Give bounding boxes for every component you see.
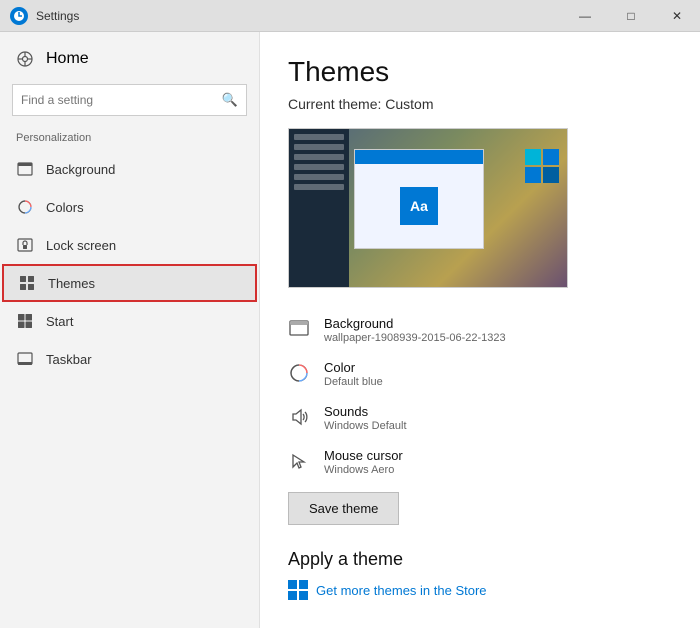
settings-item-sounds-text: Sounds Windows Default [324,404,407,432]
settings-item-mouse-cursor[interactable]: Mouse cursor Windows Aero [288,440,672,484]
store-link-label: Get more themes in the Store [316,583,487,598]
lock-screen-icon [16,236,34,254]
preview-tile-4 [543,167,559,183]
sidebar-item-taskbar[interactable]: Taskbar [0,340,259,378]
taskbar-icon [16,350,34,368]
mouse-cursor-settings-icon [288,450,310,472]
preview-tile-2 [543,149,559,165]
sidebar-item-lock-screen[interactable]: Lock screen [0,226,259,264]
preview-tile-1 [525,149,541,165]
background-settings-icon [288,318,310,340]
preview-taskbar [289,129,349,287]
sidebar: Home 🔍 Personalization Background [0,32,260,628]
sidebar-item-home[interactable]: Home [0,40,259,78]
settings-item-color-text: Color Default blue [324,360,383,388]
search-icon: 🔍 [222,92,238,108]
sidebar-item-label-themes: Themes [48,276,95,291]
sidebar-item-label-start: Start [46,314,73,329]
app-icon [10,7,28,25]
maximize-button[interactable]: □ [608,0,654,32]
settings-item-mouse-cursor-title: Mouse cursor [324,448,403,463]
taskbar-row-1 [294,134,344,140]
titlebar-left: Settings [10,7,79,25]
taskbar-row-3 [294,154,344,160]
settings-item-sounds-title: Sounds [324,404,407,419]
settings-item-sounds[interactable]: Sounds Windows Default [288,396,672,440]
store-link[interactable]: Get more themes in the Store [288,580,672,600]
current-theme-label: Current theme: Custom [288,96,672,112]
settings-item-color-title: Color [324,360,383,375]
close-button[interactable]: ✕ [654,0,700,32]
sidebar-section-label: Personalization [0,128,259,150]
save-theme-button[interactable]: Save theme [288,492,399,525]
settings-item-color[interactable]: Color Default blue [288,352,672,396]
settings-item-background-title: Background [324,316,506,331]
settings-item-background[interactable]: Background wallpaper-1908939-2015-06-22-… [288,308,672,352]
settings-item-mouse-cursor-text: Mouse cursor Windows Aero [324,448,403,476]
taskbar-row-2 [294,144,344,150]
themes-icon [18,274,36,292]
start-icon [16,312,34,330]
preview-tile-3 [525,167,541,183]
titlebar-controls: — □ ✕ [562,0,700,31]
colors-icon [16,198,34,216]
preview-window: Aa [354,149,484,249]
titlebar-title: Settings [36,9,79,23]
settings-item-background-text: Background wallpaper-1908939-2015-06-22-… [324,316,506,344]
app-container: Home 🔍 Personalization Background [0,32,700,628]
sidebar-item-start[interactable]: Start [0,302,259,340]
page-title: Themes [288,56,672,88]
sidebar-item-label-taskbar: Taskbar [46,352,92,367]
apply-theme-title: Apply a theme [288,549,672,570]
theme-preview: Aa [288,128,568,288]
sidebar-item-background[interactable]: Background [0,150,259,188]
settings-item-mouse-cursor-sub: Windows Aero [324,464,403,476]
color-settings-icon [288,362,310,384]
sidebar-item-themes[interactable]: Themes [2,264,257,302]
titlebar: Settings — □ ✕ [0,0,700,32]
home-icon [16,50,34,68]
taskbar-row-6 [294,184,344,190]
taskbar-row-5 [294,174,344,180]
minimize-button[interactable]: — [562,0,608,32]
search-input[interactable] [21,93,222,107]
sidebar-item-colors[interactable]: Colors [0,188,259,226]
preview-window-body: Aa [355,164,483,248]
sounds-settings-icon [288,406,310,428]
search-box[interactable]: 🔍 [12,84,247,116]
preview-aa-text: Aa [400,187,438,225]
preview-tiles [525,149,559,183]
background-icon [16,160,34,178]
settings-item-sounds-sub: Windows Default [324,420,407,432]
sidebar-item-label-colors: Colors [46,200,84,215]
settings-item-color-sub: Default blue [324,376,383,388]
sidebar-item-label-background: Background [46,162,115,177]
sidebar-home-label: Home [46,50,89,68]
preview-window-titlebar [355,150,483,164]
settings-item-background-sub: wallpaper-1908939-2015-06-22-1323 [324,332,506,344]
main-content: Themes Current theme: Custom Aa [260,32,700,628]
sidebar-item-label-lock-screen: Lock screen [46,238,116,253]
taskbar-row-4 [294,164,344,170]
store-icon [288,580,308,600]
